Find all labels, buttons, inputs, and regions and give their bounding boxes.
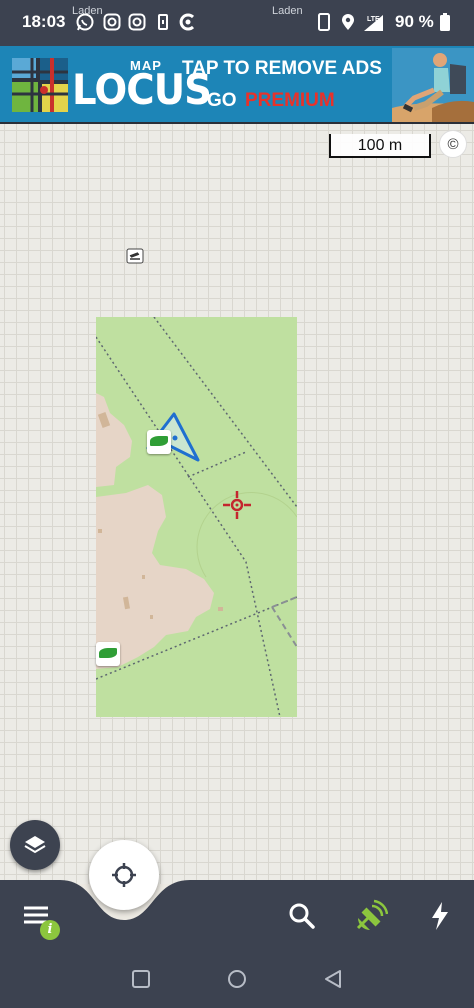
tree-icon bbox=[150, 436, 168, 446]
tree-poi-marker[interactable] bbox=[147, 430, 171, 454]
battery-percent: 90 % bbox=[395, 12, 434, 31]
clock: 18:03 bbox=[22, 12, 66, 31]
poi-marker-icon[interactable] bbox=[126, 248, 144, 264]
hiker-image bbox=[392, 48, 474, 122]
app-icon bbox=[179, 13, 195, 31]
status-bar: 18:03 Laden Laden LTE 90 % bbox=[0, 0, 474, 46]
info-badge: i bbox=[40, 920, 60, 940]
tree-icon bbox=[99, 648, 117, 658]
map-view[interactable]: 100 m © bbox=[0, 124, 474, 884]
crosshair-icon bbox=[223, 491, 251, 519]
tree-poi-marker[interactable] bbox=[96, 642, 120, 666]
premium-label[interactable]: PREMIUM bbox=[245, 90, 335, 112]
whatsapp-icon bbox=[76, 13, 94, 31]
recent-apps-button[interactable] bbox=[129, 967, 153, 991]
go-label[interactable]: GO bbox=[207, 90, 237, 112]
instagram-icon bbox=[103, 13, 121, 31]
instagram-icon bbox=[128, 13, 146, 31]
bottom-toolbar bbox=[0, 880, 474, 950]
ad-banner[interactable]: MAP LOCUS TAP TO REMOVE ADS GO PREMIUM bbox=[0, 46, 474, 124]
home-button[interactable] bbox=[225, 967, 249, 991]
map-tile bbox=[96, 317, 297, 717]
location-icon bbox=[342, 14, 354, 30]
target-icon bbox=[112, 863, 136, 887]
gps-satellite-button[interactable] bbox=[352, 898, 388, 934]
copyright-button[interactable]: © bbox=[439, 130, 467, 158]
sim-icon bbox=[158, 14, 168, 30]
scale-label: 100 m bbox=[357, 137, 403, 154]
search-button[interactable] bbox=[284, 898, 320, 934]
lightning-button[interactable] bbox=[422, 898, 458, 934]
center-location-button[interactable] bbox=[89, 840, 159, 910]
copyright-icon: © bbox=[447, 136, 459, 153]
navigation-bar bbox=[0, 950, 474, 1008]
laden-label-right: Laden bbox=[272, 5, 303, 17]
locus-logo bbox=[12, 58, 68, 112]
remove-ads-label[interactable]: TAP TO REMOVE ADS bbox=[182, 58, 382, 80]
scale-bar: 100 m bbox=[329, 134, 431, 158]
back-button[interactable] bbox=[321, 967, 345, 991]
signal-icon: LTE bbox=[364, 15, 383, 31]
battery-icon bbox=[440, 13, 450, 31]
layers-icon bbox=[24, 836, 46, 854]
network-type: LTE bbox=[367, 16, 380, 23]
phone-icon bbox=[318, 13, 330, 31]
